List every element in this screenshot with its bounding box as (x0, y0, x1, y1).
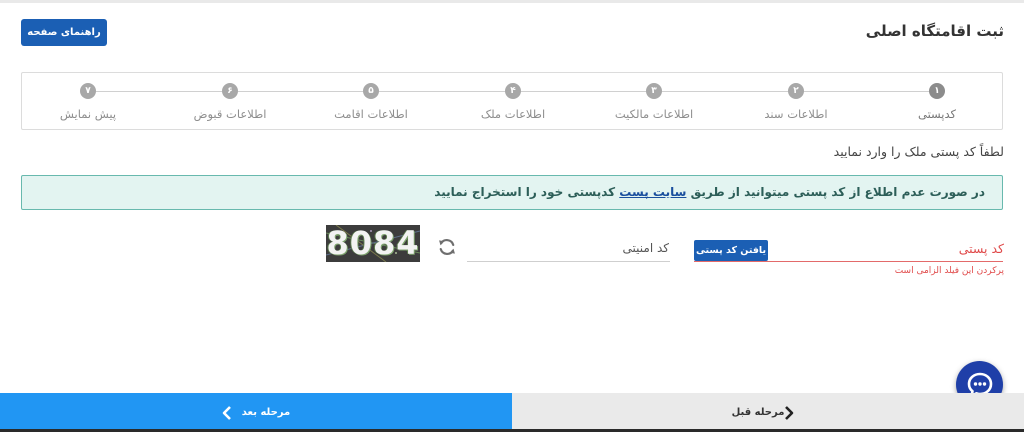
top-border (0, 0, 1024, 3)
step-label: پیش نمایش (59, 107, 117, 121)
alert-text-start: در صورت عدم اطلاع از کد پستی میتوانید از… (686, 185, 985, 199)
step-number: ۱ (929, 83, 945, 99)
captcha-text: 8084 (326, 225, 420, 262)
step-label: کدپستی (917, 107, 957, 121)
postal-code-label: کد پستی (958, 241, 1004, 256)
step-1[interactable]: ۱ کدپستی (882, 83, 992, 121)
step-number: ۲ (788, 83, 804, 99)
step-5[interactable]: ۵ اطلاعات اقامت (316, 83, 426, 121)
info-alert: در صورت عدم اطلاع از کد پستی میتوانید از… (21, 175, 1003, 210)
find-postal-code-button[interactable]: یافتن کد پستی (694, 240, 768, 261)
previous-step-label: مرحله قبل (731, 407, 785, 418)
chevron-right-icon (784, 405, 794, 420)
step-label: اطلاعات اقامت (334, 107, 408, 121)
next-step-label: مرحله بعد (241, 407, 291, 418)
step-3[interactable]: ۳ اطلاعات مالکیت (599, 83, 709, 121)
step-label: اطلاعات ملک (480, 107, 546, 121)
refresh-captcha-icon[interactable] (437, 237, 457, 257)
alert-text-end: کدپستی خود را استخراج نمایید (434, 185, 620, 199)
security-code-label: کد امنیتی (622, 241, 669, 255)
security-code-input[interactable] (467, 261, 670, 262)
step-6[interactable]: ۶ اطلاعات قبوض (175, 83, 285, 121)
postal-code-input[interactable] (694, 261, 1003, 262)
page-title: ثبت اقامتگاه اصلی (865, 22, 1004, 40)
page-guide-button[interactable]: راهنمای صفحه (21, 19, 107, 46)
step-7[interactable]: ۷ پیش نمایش (33, 83, 143, 121)
required-field-error: پرکردن این فیلد الزامی است (894, 266, 1004, 276)
step-number: ۴ (505, 83, 521, 99)
step-label: اطلاعات قبوض (193, 107, 267, 121)
step-number: ۷ (80, 83, 96, 99)
step-2[interactable]: ۲ اطلاعات سند (741, 83, 851, 121)
postal-code-instruction: لطفاً کد پستی ملک را وارد نمایید (833, 144, 1004, 159)
step-number: ۵ (363, 83, 379, 99)
next-step-button[interactable]: مرحله بعد (0, 393, 512, 432)
post-site-link[interactable]: سایت پست (619, 185, 686, 199)
step-4[interactable]: ۴ اطلاعات ملک (458, 83, 568, 121)
progress-stepper: ۱ کدپستی ۲ اطلاعات سند ۳ اطلاعات مالکیت … (21, 72, 1003, 130)
step-number: ۶ (222, 83, 238, 99)
step-label: اطلاعات سند (764, 107, 828, 121)
chevron-left-icon (222, 405, 242, 420)
step-number: ۳ (646, 83, 662, 99)
captcha-image: 8084 (326, 225, 420, 262)
step-label: اطلاعات مالکیت (614, 107, 694, 121)
previous-step-button[interactable]: مرحله قبل (512, 393, 1024, 432)
